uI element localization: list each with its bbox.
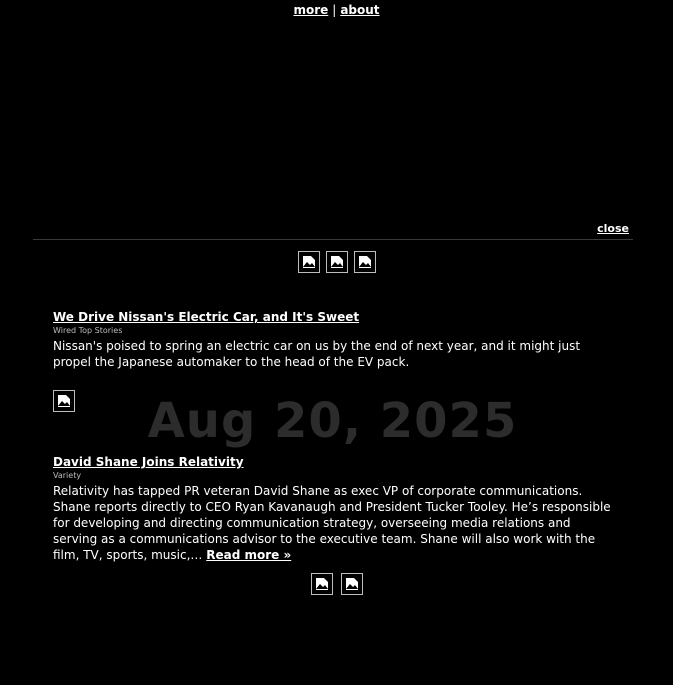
article-summary-text: Relativity has tapped PR veteran David S… — [53, 484, 611, 562]
about-link[interactable]: about — [340, 3, 379, 17]
broken-image-icon[interactable] — [325, 251, 348, 273]
panel-close-bar: close — [33, 222, 633, 240]
top-nav: more | about — [0, 3, 673, 17]
broken-image-icon[interactable] — [297, 251, 320, 273]
broken-image-icon[interactable] — [353, 251, 376, 273]
article-item: We Drive Nissan's Electric Car, and It's… — [53, 310, 613, 412]
article-source: Variety — [53, 471, 82, 480]
article-image — [53, 390, 613, 412]
image-row-top — [0, 251, 673, 273]
close-link[interactable]: close — [597, 222, 629, 236]
more-link[interactable]: more — [293, 3, 328, 17]
broken-image-icon[interactable] — [53, 390, 75, 412]
article-summary: Nissan's poised to spring an electric ca… — [53, 339, 581, 369]
read-more-link[interactable]: Read more » — [206, 548, 291, 562]
image-row-bottom — [0, 573, 673, 595]
article-summary: Relativity has tapped PR veteran David S… — [53, 483, 613, 563]
article-item: David Shane Joins Relativity Variety Rel… — [53, 455, 613, 563]
nav-separator: | — [332, 3, 337, 17]
article-source: Wired Top Stories — [53, 326, 123, 335]
broken-image-icon[interactable] — [310, 573, 333, 595]
article-title-link[interactable]: David Shane Joins Relativity — [53, 455, 613, 470]
article-title-link[interactable]: We Drive Nissan's Electric Car, and It's… — [53, 310, 613, 325]
broken-image-icon[interactable] — [340, 573, 363, 595]
